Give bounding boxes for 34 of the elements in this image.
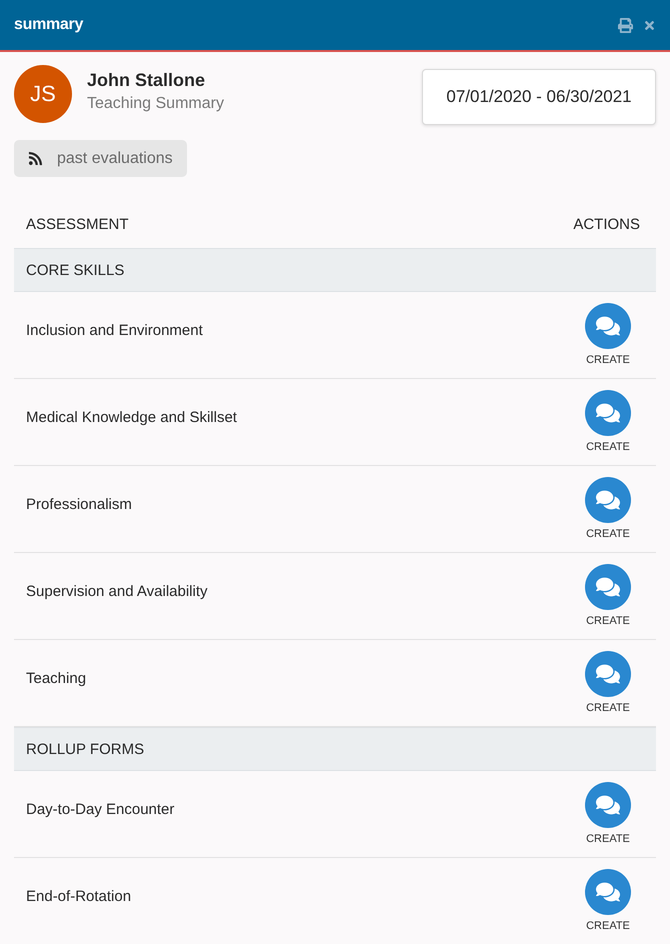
assessment-name: Supervision and Availability [26,583,208,600]
assessment-name: Professionalism [26,496,132,513]
group-title: ROLLUP FORMS [26,740,144,758]
speech-bubbles-icon [585,390,631,436]
column-header: ASSESSMENT [26,216,129,233]
past-evaluations-button[interactable]: past evaluations [14,140,187,177]
create-button[interactable]: CREATE [585,869,631,933]
speech-bubbles-icon [585,303,631,349]
speech-bubbles-icon [585,564,631,610]
rss-icon [28,151,43,166]
avatar-initials: JS [14,65,72,123]
assessment-name: Inclusion and Environment [26,322,203,339]
group-title: CORE SKILLS [26,262,124,278]
create-button[interactable]: CREATE [585,782,631,846]
assessment-name: Teaching [26,670,86,687]
speech-bubbles-icon [585,869,631,915]
assessment-name: Day-to-Day Encounter [26,801,174,818]
speech-bubbles-icon [585,477,631,523]
speech-bubbles-icon [585,782,631,828]
assessment-name: End-of-Rotation [26,888,132,905]
create-button[interactable]: CREATE [585,303,631,367]
create-button[interactable]: CREATE [585,651,631,715]
create-button[interactable]: CREATE [585,477,631,541]
create-button[interactable]: CREATE [585,390,631,454]
page-subtitle: Teaching Summary [87,94,224,112]
window-title: summary [14,16,84,34]
print-icon[interactable] [618,18,633,32]
column-header: ACTIONS [573,216,640,233]
close-icon[interactable] [643,18,656,32]
create-button[interactable]: CREATE [585,564,631,628]
assessment-name: Medical Knowledge and Skillset [26,409,237,426]
date-range-field[interactable]: 07/01/2020 - 06/30/2021 [422,69,656,125]
user-name: John Stallone [87,70,206,90]
speech-bubbles-icon [585,651,631,697]
